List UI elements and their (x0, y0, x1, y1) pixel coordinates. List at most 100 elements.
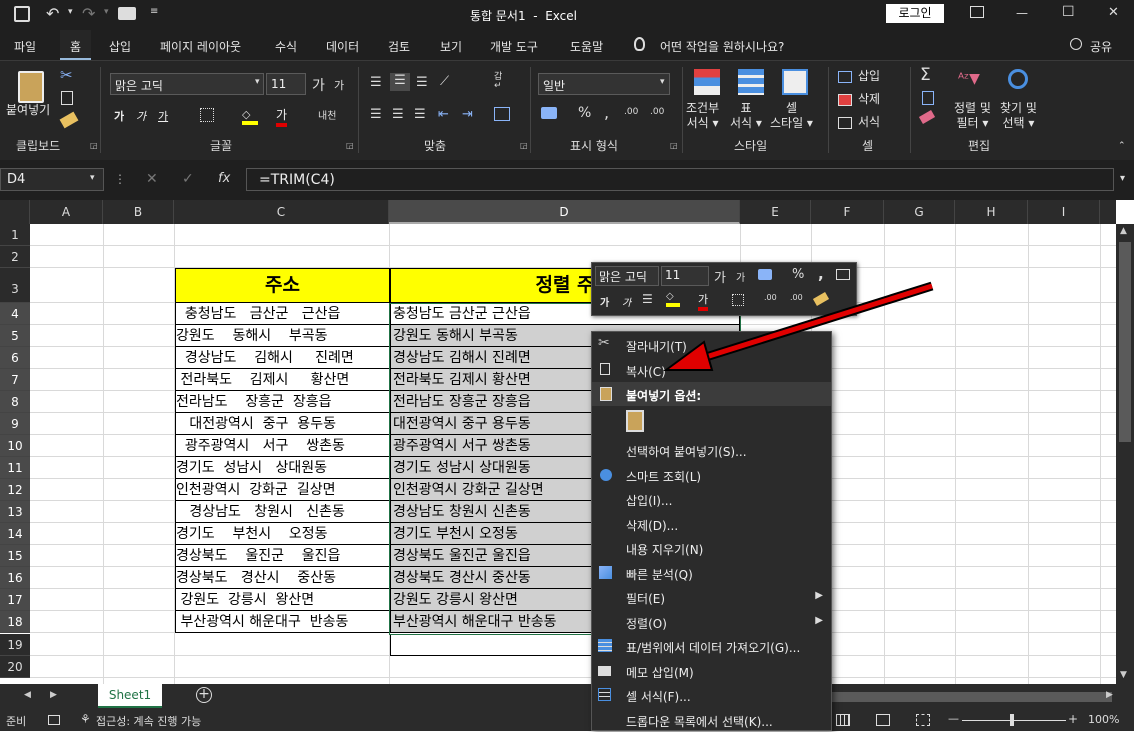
address-cell[interactable]: 인천광역시 강화군 길상면 (175, 479, 390, 501)
autosum-icon[interactable]: Σ (920, 65, 931, 85)
tab-help[interactable]: 도움말 (570, 38, 603, 55)
name-box-dropdown-icon[interactable]: ▾ (90, 173, 95, 183)
align-right-icon[interactable]: ☰ (414, 107, 426, 122)
conditional-format-button[interactable]: 조건부 서식 ▾ (686, 101, 719, 131)
format-as-table-icon[interactable] (738, 69, 764, 95)
find-select-icon[interactable] (1008, 69, 1028, 89)
cell-styles-icon[interactable] (782, 69, 808, 95)
redo-dropdown-icon[interactable]: ▾ (104, 7, 109, 17)
horizontal-scrollbar[interactable] (832, 692, 1112, 702)
paste-button[interactable]: 붙여넣기 (6, 103, 50, 118)
enter-formula-icon[interactable]: ✓ (182, 171, 194, 187)
cancel-formula-icon[interactable]: ✕ (146, 171, 158, 187)
context-menu-item[interactable]: 정렬(O)▶ (592, 610, 831, 635)
address-cell[interactable]: 광주광역시 서구 쌍촌동 (175, 435, 390, 457)
tab-developer[interactable]: 개발 도구 (490, 38, 538, 55)
page-break-view-icon[interactable] (916, 714, 930, 726)
context-menu-item[interactable]: 필터(E)▶ (592, 585, 831, 610)
mini-bold-icon[interactable]: 가 (600, 294, 609, 309)
sheet-prev-icon[interactable]: ◀ (24, 690, 31, 700)
row-header[interactable]: 19 (0, 634, 30, 656)
fill-icon[interactable] (922, 91, 934, 105)
format-painter-icon[interactable] (60, 112, 79, 129)
align-center-icon[interactable]: ☰ (392, 107, 404, 122)
row-header[interactable]: 1 (0, 224, 30, 246)
number-format-combo[interactable]: 일반 (538, 73, 670, 95)
orientation-icon[interactable]: ⟋ (440, 74, 449, 89)
font-size-combo[interactable]: 11 (266, 73, 306, 95)
tab-formulas[interactable]: 수식 (275, 38, 297, 55)
copy-icon[interactable] (61, 91, 73, 105)
wrap-text-icon[interactable]: 갑↵ (494, 73, 508, 91)
delete-cells-icon[interactable] (838, 94, 852, 106)
comma-icon[interactable]: , (604, 103, 609, 122)
sort-filter-button[interactable]: 정렬 및 필터 ▾ (954, 101, 991, 131)
address-cell[interactable]: 경상남도 김해시 진례면 (175, 347, 390, 369)
scroll-up-icon[interactable]: ▲ (1120, 226, 1127, 236)
cell-styles-button[interactable]: 셀 스타일 ▾ (770, 101, 813, 131)
zoom-slider[interactable] (962, 720, 1066, 721)
insert-cells-icon[interactable] (838, 71, 852, 83)
font-name-combo[interactable]: 맑은 고딕 (110, 73, 264, 95)
accounting-icon[interactable] (541, 107, 557, 119)
select-all-corner[interactable] (0, 200, 30, 224)
login-button[interactable]: 로그인 (886, 4, 944, 23)
tab-data[interactable]: 데이터 (326, 38, 359, 55)
column-header[interactable]: B (103, 200, 174, 224)
context-menu-item[interactable]: 선택하여 붙여넣기(S)... (592, 438, 831, 463)
row-header[interactable]: 11 (0, 457, 30, 479)
fill-color-icon[interactable]: ◇ (242, 108, 258, 125)
address-cell[interactable]: 전라남도 장흥군 장흥읍 (175, 391, 390, 413)
column-header[interactable]: A (30, 200, 103, 224)
camera-icon[interactable] (118, 7, 136, 20)
row-header[interactable]: 7 (0, 369, 30, 391)
tab-file[interactable]: 파일 (14, 38, 36, 55)
share-button[interactable]: 공유 (1090, 38, 1112, 55)
italic-button[interactable]: 가 (136, 108, 146, 124)
tab-view[interactable]: 보기 (440, 38, 462, 55)
conditional-format-icon[interactable] (694, 69, 720, 95)
font-name-dropdown-icon[interactable]: ▾ (255, 77, 260, 87)
percent-icon[interactable]: % (578, 105, 591, 121)
align-left-icon[interactable]: ☰ (370, 107, 382, 122)
minimize-button[interactable]: — (1016, 6, 1028, 20)
row-header[interactable]: 12 (0, 479, 30, 501)
sheet-next-icon[interactable]: ▶ (50, 690, 57, 700)
sort-filter-icon[interactable]: ᴬᶻ▼ (958, 71, 986, 93)
paste-icon[interactable] (18, 71, 44, 103)
address-cell[interactable]: 경기도 성남시 상대원동 (175, 457, 390, 479)
insert-cells-button[interactable]: 삽입 (858, 69, 880, 84)
scroll-down-icon[interactable]: ▼ (1120, 670, 1127, 680)
redo-icon[interactable]: ↷ (82, 4, 95, 23)
scroll-right-icon[interactable]: ▶ (1106, 690, 1113, 700)
context-menu-item[interactable]: 스마트 조회(L) (592, 463, 831, 488)
header-cell-address[interactable]: 주소 (175, 268, 390, 303)
column-header[interactable]: F (811, 200, 884, 224)
context-menu-item[interactable]: 빠른 분석(Q) (592, 561, 831, 586)
address-cell[interactable]: 경상북도 울진군 울진읍 (175, 545, 390, 567)
decrease-font-icon[interactable]: 가 (334, 77, 344, 93)
row-header[interactable]: 4 (0, 303, 30, 325)
tab-insert[interactable]: 삽입 (109, 38, 131, 55)
decrease-decimal-icon[interactable]: .00 (650, 107, 664, 117)
close-button[interactable]: ✕ (1108, 5, 1119, 20)
undo-dropdown-icon[interactable]: ▾ (68, 7, 73, 17)
context-menu-item[interactable]: 내용 지우기(N) (592, 536, 831, 561)
row-header[interactable]: 18 (0, 611, 30, 633)
decrease-indent-icon[interactable]: ⇤ (438, 107, 449, 122)
address-cell[interactable]: 경기도 부천시 오정동 (175, 523, 390, 545)
context-menu-item[interactable]: 표/범위에서 데이터 가져오기(G)... (592, 634, 831, 659)
zoom-in-button[interactable]: + (1068, 712, 1078, 726)
context-menu-item[interactable]: 삭제(D)... (592, 512, 831, 537)
increase-indent-icon[interactable]: ⇥ (462, 107, 473, 122)
borders-icon[interactable] (200, 108, 214, 122)
row-header[interactable]: 6 (0, 347, 30, 369)
row-header[interactable]: 13 (0, 501, 30, 523)
context-menu-item[interactable]: 메모 삽입(M) (592, 659, 831, 684)
tab-page-layout[interactable]: 페이지 레이아웃 (160, 38, 241, 55)
customize-qat-icon[interactable]: ≡ (150, 6, 158, 17)
middle-align-icon[interactable]: ☰ (390, 73, 410, 91)
restore-button[interactable]: ☐ (1062, 4, 1075, 20)
underline-button[interactable]: 가 (158, 108, 168, 124)
format-as-table-button[interactable]: 표 서식 ▾ (730, 101, 762, 131)
